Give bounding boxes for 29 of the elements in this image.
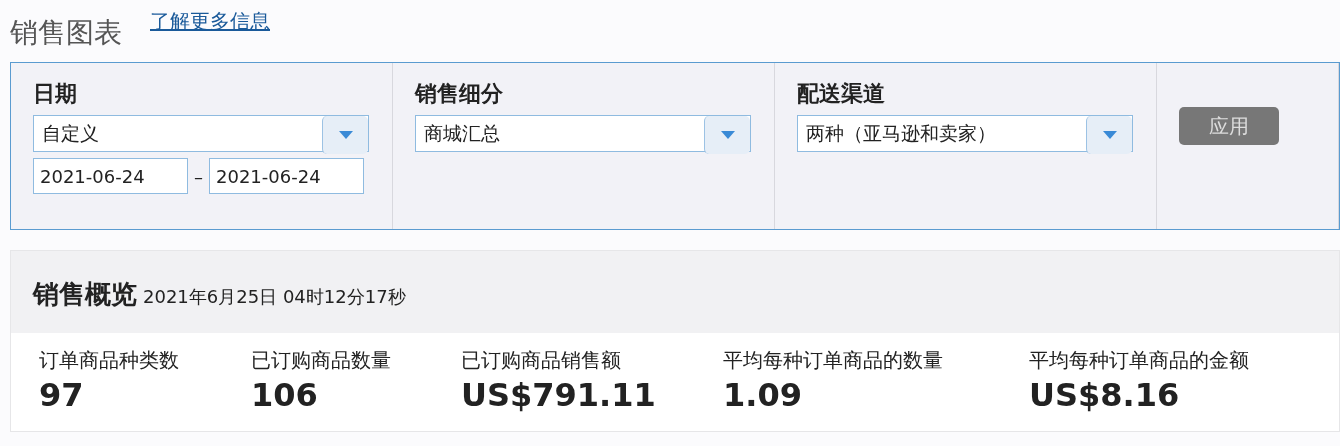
date-field[interactable]: 2021-06-24 [33,158,188,194]
dropdown-button[interactable] [704,116,750,154]
dropdown-button[interactable] [1086,116,1132,154]
caret-icon [1102,131,1117,139]
filter-label: 日期 [33,80,78,108]
range-separator: – [194,165,203,187]
metric-value: 106 [251,376,319,414]
dropdown[interactable]: 自定义 [33,115,369,152]
dropdown-button[interactable] [322,116,368,154]
metric-value: US$791.11 [461,376,657,414]
timestamp: 2021年6月25日 04时12分17秒 [143,285,406,309]
metric-label: 订单商品种类数 [39,347,180,374]
metric-value: US$8.16 [1029,376,1181,414]
section-title: 销售概览 [33,278,137,311]
dropdown[interactable]: 两种（亚马逊和卖家） [797,115,1133,152]
metric-value: 1.09 [723,376,803,414]
date-field[interactable]: 2021-06-24 [209,158,364,194]
dropdown[interactable]: 商城汇总 [415,115,751,152]
metric-value: 97 [39,376,85,414]
page-title: 销售图表 [10,15,122,51]
learn-more-link[interactable]: 了解更多信息 [150,8,270,35]
metric-label: 已订购商品销售额 [461,347,622,374]
metric-label: 已订购商品数量 [251,347,392,374]
metric-label: 平均每种订单商品的数量 [723,347,944,374]
filter-label: 销售细分 [415,80,504,108]
caret-icon [338,131,353,139]
filter-label: 配送渠道 [797,80,886,108]
metric-label: 平均每种订单商品的金额 [1029,347,1249,374]
caret-icon [720,131,735,139]
